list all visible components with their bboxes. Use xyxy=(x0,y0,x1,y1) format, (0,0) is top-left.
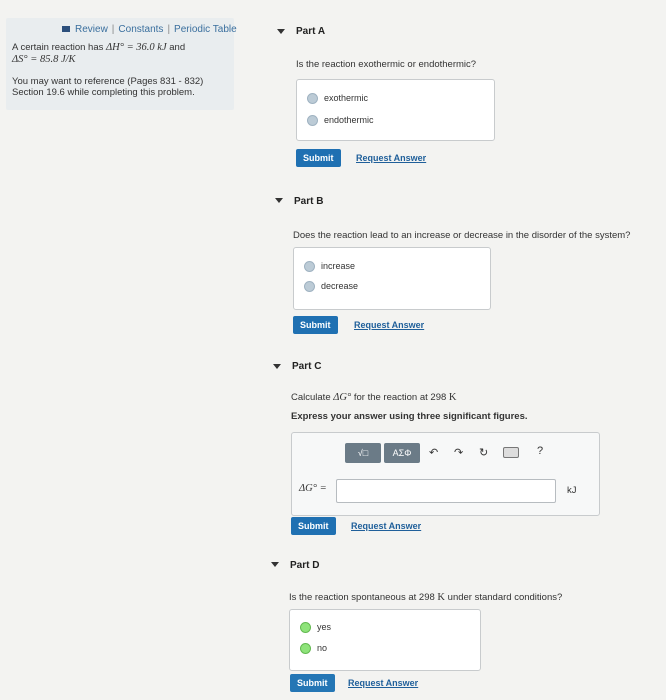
part-d-request-answer-link[interactable]: Request Answer xyxy=(348,678,418,688)
part-b-title: Part B xyxy=(294,196,324,207)
part-b-options: increase decrease xyxy=(293,247,491,310)
part-b-request-answer-link[interactable]: Request Answer xyxy=(354,320,424,330)
part-a-submit-button[interactable]: Submit xyxy=(296,149,341,167)
part-a-options: exothermic endothermic xyxy=(296,79,495,141)
reset-icon[interactable]: ↻ xyxy=(479,446,488,459)
part-c-collapse-icon[interactable] xyxy=(273,364,281,369)
radio-icon[interactable] xyxy=(304,261,315,273)
answer-label: ΔG° = xyxy=(299,483,327,494)
radio-icon[interactable] xyxy=(304,281,315,293)
greek-symbols-button[interactable]: ΑΣΦ xyxy=(384,443,420,463)
option-exothermic[interactable]: exothermic xyxy=(307,93,368,105)
math-template-button[interactable]: √□ xyxy=(345,443,381,463)
option-no[interactable]: no xyxy=(300,643,327,655)
part-c-title: Part C xyxy=(292,361,322,372)
redo-icon[interactable]: ↷ xyxy=(454,446,463,459)
unit-label: kJ xyxy=(567,485,577,496)
radio-icon[interactable] xyxy=(300,622,311,634)
radio-icon[interactable] xyxy=(307,115,318,127)
part-d-options: yes no xyxy=(289,609,481,671)
part-a-title: Part A xyxy=(296,26,326,37)
undo-icon[interactable]: ↶ xyxy=(429,446,438,459)
delta-g-input[interactable] xyxy=(336,479,556,503)
part-d-collapse-icon[interactable] xyxy=(271,562,279,567)
option-yes[interactable]: yes xyxy=(300,622,331,634)
part-d-title: Part D xyxy=(290,560,320,571)
option-decrease[interactable]: decrease xyxy=(304,281,358,293)
part-a-request-answer-link[interactable]: Request Answer xyxy=(356,153,426,163)
part-c-submit-button[interactable]: Submit xyxy=(291,517,336,535)
part-a-collapse-icon[interactable] xyxy=(277,29,285,34)
part-c-instructions: Express your answer using three signific… xyxy=(291,411,528,422)
part-b-submit-button[interactable]: Submit xyxy=(293,316,338,334)
part-c-question: Calculate ΔG° for the reaction at 298 K xyxy=(291,392,457,403)
part-d-question: Is the reaction spontaneous at 298 K und… xyxy=(289,592,563,603)
part-d-submit-button[interactable]: Submit xyxy=(290,674,335,692)
radio-icon[interactable] xyxy=(300,643,311,655)
part-a-question: Is the reaction exothermic or endothermi… xyxy=(296,59,477,70)
option-endothermic[interactable]: endothermic xyxy=(307,115,374,127)
part-c-answer-area: √□ ΑΣΦ ↶ ↷ ↻ ? ΔG° = kJ xyxy=(291,432,600,516)
help-icon[interactable]: ? xyxy=(537,445,543,457)
keyboard-icon[interactable] xyxy=(503,447,519,458)
option-increase[interactable]: increase xyxy=(304,261,355,273)
part-c-request-answer-link[interactable]: Request Answer xyxy=(351,521,421,531)
part-b-question: Does the reaction lead to an increase or… xyxy=(293,230,631,241)
part-b-collapse-icon[interactable] xyxy=(275,198,283,203)
radio-icon[interactable] xyxy=(307,93,318,105)
